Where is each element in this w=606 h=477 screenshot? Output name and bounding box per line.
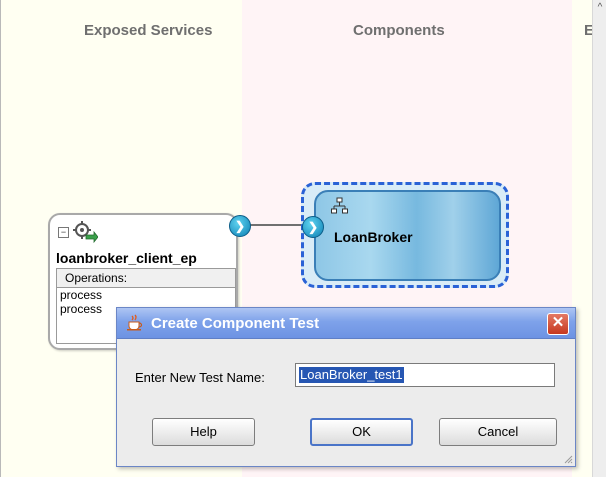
components-title: Components [353, 22, 445, 39]
resize-grip-icon[interactable] [563, 454, 573, 464]
chevron-right-icon: ❯ [308, 220, 319, 234]
component-service-port[interactable]: ❯ [302, 216, 324, 238]
close-icon[interactable]: ✕ [547, 313, 569, 335]
vertical-scrollbar[interactable]: ^ [592, 0, 606, 477]
service-name: loanbroker_client_ep [56, 250, 197, 266]
java-cup-icon [127, 314, 143, 331]
dialog-titlebar[interactable]: Create Component Test ✕ [117, 308, 575, 339]
component-name: LoanBroker [334, 229, 413, 245]
bpel-process-icon [331, 197, 348, 214]
operation-item[interactable]: process [57, 288, 235, 302]
create-component-test-dialog: Create Component Test ✕ Enter New Test N… [116, 307, 576, 467]
scroll-up-arrow[interactable]: ^ [594, 2, 606, 14]
wire-connection[interactable] [250, 224, 308, 226]
test-name-value: LoanBroker_test1 [299, 367, 404, 383]
collapse-toggle[interactable]: − [58, 227, 69, 238]
dialog-title: Create Component Test [151, 315, 320, 332]
chevron-right-icon: ❯ [235, 219, 246, 233]
component-node-loanbroker[interactable]: LoanBroker [314, 190, 501, 281]
test-name-label: Enter New Test Name: [135, 370, 265, 385]
service-reference-port[interactable]: ❯ [229, 215, 251, 237]
help-button[interactable]: Help [152, 418, 255, 446]
exposed-services-title: Exposed Services [84, 22, 213, 39]
operations-header: Operations: [57, 269, 235, 288]
cancel-button[interactable]: Cancel [439, 418, 557, 446]
ok-button[interactable]: OK [310, 418, 413, 446]
external-references-title: E [584, 22, 592, 39]
test-name-input[interactable]: LoanBroker_test1 [295, 363, 555, 387]
gear-icon [73, 221, 98, 244]
